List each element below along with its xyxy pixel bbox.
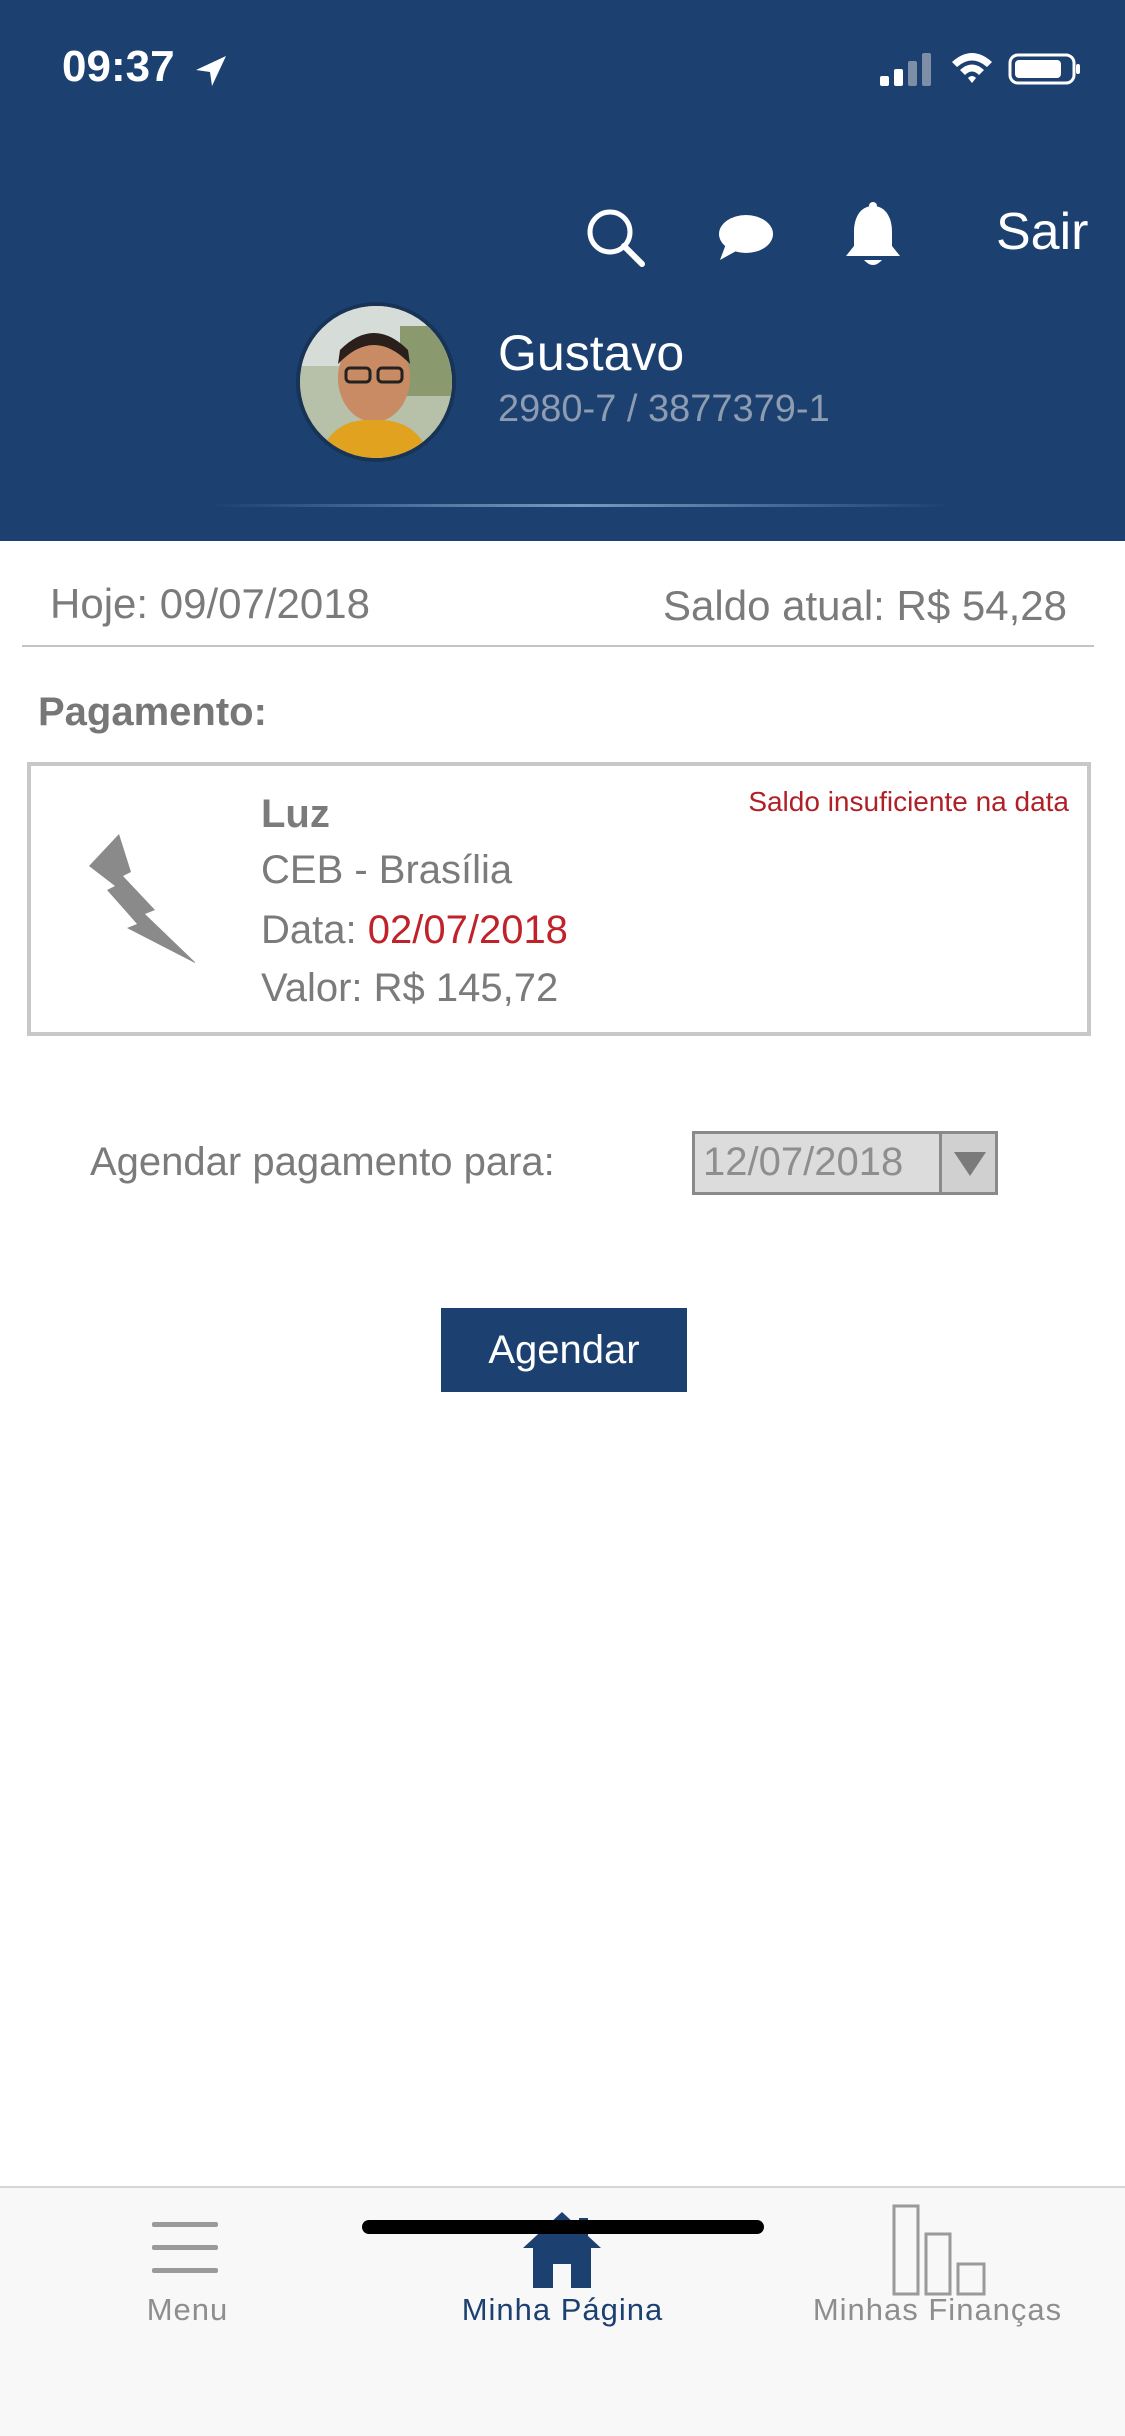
dropdown-toggle[interactable] — [939, 1134, 995, 1192]
schedule-date-select[interactable]: 12/07/2018 — [692, 1131, 998, 1195]
chevron-down-icon — [954, 1152, 986, 1176]
payment-name: Luz — [261, 792, 330, 836]
balance-label: Saldo atual: — [663, 582, 885, 629]
search-icon[interactable] — [584, 206, 646, 268]
payment-card[interactable]: Luz CEB - Brasília Data: 02/07/2018 Valo… — [27, 762, 1091, 1036]
schedule-button[interactable]: Agendar — [441, 1308, 687, 1392]
chat-icon[interactable] — [716, 212, 774, 262]
battery-icon — [1008, 53, 1080, 85]
payment-value: Valor: R$ 145,72 — [261, 966, 558, 1011]
payment-value-amount: R$ 145,72 — [373, 966, 559, 1010]
schedule-label: Agendar pagamento para: — [90, 1140, 555, 1184]
payment-date-value: 02/07/2018 — [367, 908, 568, 952]
user-name: Gustavo — [498, 325, 685, 381]
status-time: 09:37 — [62, 42, 175, 91]
payment-section-title: Pagamento: — [38, 690, 267, 734]
avatar-photo — [300, 306, 452, 458]
tab-minhas-financas-label: Minhas Finanças — [812, 2292, 1063, 2327]
current-balance: Saldo atual: R$ 54,28 — [663, 582, 1067, 630]
today-label: Hoje: — [50, 580, 149, 627]
insufficient-balance-warning: Saldo insuficiente na data — [748, 786, 1069, 817]
menu-icon — [152, 2222, 218, 2273]
location-arrow-icon — [196, 56, 226, 86]
bell-icon[interactable] — [842, 202, 904, 268]
payment-value-label: Valor: — [261, 966, 363, 1010]
tab-minha-pagina-label: Minha Página — [461, 2292, 664, 2327]
avatar[interactable] — [296, 302, 456, 462]
tab-menu-label: Menu — [146, 2292, 229, 2327]
app-header: 09:37 Sair Gustavo 2980-7 / 3877379-1 — [0, 0, 1125, 541]
schedule-date-value: 12/07/2018 — [703, 1140, 904, 1184]
balance-value: R$ 54,28 — [896, 582, 1067, 629]
tab-menu[interactable]: Menu — [0, 2188, 375, 2338]
wifi-icon — [952, 53, 992, 83]
cellular-signal-icon — [880, 53, 931, 86]
tab-minha-pagina[interactable]: Minha Página — [375, 2188, 750, 2338]
bar-chart-icon — [892, 2204, 986, 2296]
payment-date-label: Data: — [261, 908, 357, 952]
home-indicator[interactable] — [362, 2220, 764, 2234]
user-account-number: 2980-7 / 3877379-1 — [498, 388, 830, 430]
payment-company: CEB - Brasília — [261, 848, 513, 892]
tab-minhas-financas[interactable]: Minhas Finanças — [750, 2188, 1125, 2338]
header-divider — [210, 504, 950, 507]
today-date: Hoje: 09/07/2018 — [50, 580, 370, 628]
info-divider — [22, 645, 1094, 647]
today-value: 09/07/2018 — [159, 580, 370, 627]
lightning-bolt-icon — [89, 834, 195, 963]
payment-date: Data: 02/07/2018 — [261, 908, 568, 953]
logout-button[interactable]: Sair — [996, 202, 1088, 262]
